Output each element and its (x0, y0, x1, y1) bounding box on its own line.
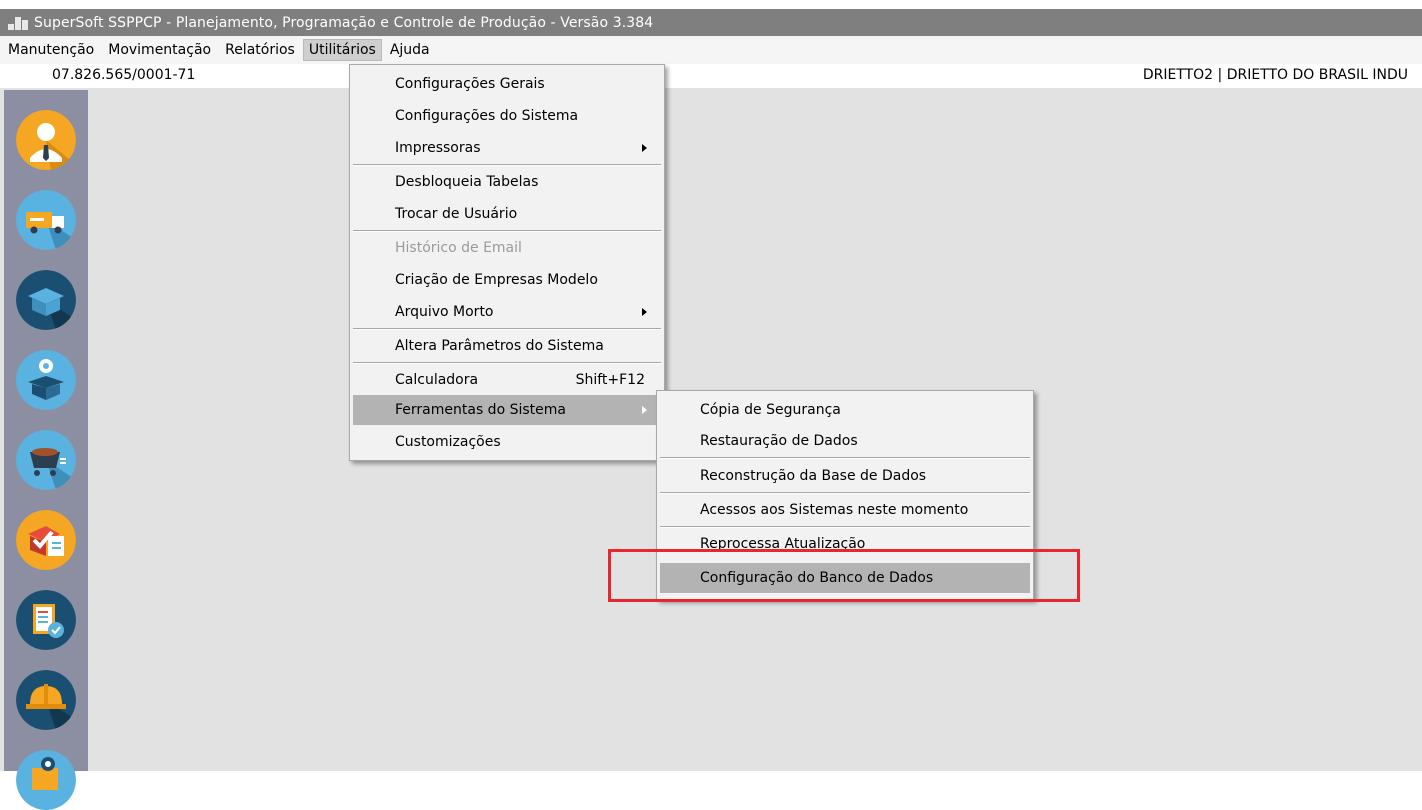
shortcut-label: Shift+F12 (575, 372, 645, 388)
company-name: DRIETTO2 | DRIETTO DO BRASIL INDU (1142, 67, 1408, 83)
menu-historico-email: Histórico de Email (353, 233, 661, 263)
menu-movimentacao[interactable]: Movimentação (102, 39, 217, 61)
user-icon[interactable] (16, 110, 76, 170)
checklist-icon[interactable] (16, 510, 76, 570)
menu-separator (660, 492, 1030, 494)
menu-manutencao[interactable]: Manutenção (2, 39, 100, 61)
menu-criacao-empresas-modelo[interactable]: Criação de Empresas Modelo (353, 265, 661, 295)
menu-separator (660, 526, 1030, 528)
menu-item-label: Histórico de Email (395, 240, 522, 256)
menu-calculadora[interactable]: Calculadora Shift+F12 (353, 365, 661, 395)
menu-altera-parametros[interactable]: Altera Parâmetros do Sistema (353, 331, 661, 361)
menu-item-label: Impressoras (395, 140, 481, 156)
document-check-icon[interactable] (16, 590, 76, 650)
menu-ajuda[interactable]: Ajuda (384, 39, 436, 61)
submenu-arrow-icon (642, 308, 647, 316)
truck-icon[interactable] (16, 190, 76, 250)
menu-item-label: Criação de Empresas Modelo (395, 272, 598, 288)
menu-customizacoes[interactable]: Customizações (353, 427, 661, 457)
menu-item-label: Ferramentas do Sistema (395, 402, 566, 418)
menu-item-label: Arquivo Morto (395, 304, 494, 320)
menu-configuracoes-gerais[interactable]: Configurações Gerais (353, 69, 661, 99)
annotation-highlight-box (608, 549, 1080, 602)
menu-separator (660, 457, 1030, 459)
menu-item-label: Reconstrução da Base de Dados (700, 468, 927, 484)
supersoft-app-icon (8, 15, 30, 31)
menu-item-label: Cópia de Segurança (700, 402, 841, 418)
submenu-arrow-icon (642, 406, 647, 414)
menu-item-label: Altera Parâmetros do Sistema (395, 338, 604, 354)
window-title: SuperSoft SSPPCP - Planejamento, Program… (34, 14, 654, 31)
helmet-icon[interactable] (16, 670, 76, 730)
menu-reconstrucao-base[interactable]: Reconstrução da Base de Dados (660, 461, 1030, 491)
menu-configuracoes-sistema[interactable]: Configurações do Sistema (353, 101, 661, 131)
menu-item-label: Restauração de Dados (700, 433, 858, 449)
cart-icon[interactable] (16, 430, 76, 490)
menu-bar: Manutenção Movimentação Relatórios Utili… (0, 36, 1422, 64)
menu-desbloqueia-tabelas[interactable]: Desbloqueia Tabelas (353, 167, 661, 197)
menu-acessos-sistemas[interactable]: Acessos aos Sistemas neste momento (660, 495, 1030, 525)
submenu-arrow-icon (642, 144, 647, 152)
sidebar (4, 90, 88, 810)
box-gear-icon[interactable] (16, 350, 76, 410)
menu-item-label: Acessos aos Sistemas neste momento (700, 502, 969, 518)
menu-utilitarios[interactable]: Utilitários (302, 39, 382, 61)
menu-item-label: Customizações (395, 434, 501, 450)
info-bar: 07.826.565/0001-71 DRIETTO2 | DRIETTO DO… (0, 64, 1422, 88)
menu-relatorios[interactable]: Relatórios (219, 39, 301, 61)
menu-trocar-usuario[interactable]: Trocar de Usuário (353, 199, 661, 229)
box-icon[interactable] (16, 270, 76, 330)
menu-impressoras[interactable]: Impressoras (353, 133, 661, 163)
menu-item-label: Desbloqueia Tabelas (395, 174, 539, 190)
menu-separator (353, 230, 661, 232)
menu-ferramentas-sistema[interactable]: Ferramentas do Sistema (353, 395, 661, 425)
menu-copia-seguranca[interactable]: Cópia de Segurança (660, 395, 1030, 425)
utilitarios-dropdown: Configurações Gerais Configurações do Si… (349, 64, 665, 461)
menu-separator (353, 164, 661, 166)
title-bar: SuperSoft SSPPCP - Planejamento, Program… (0, 9, 1422, 36)
menu-item-label: Calculadora (395, 372, 479, 388)
menu-item-label: Trocar de Usuário (395, 206, 518, 222)
menu-restauracao-dados[interactable]: Restauração de Dados (660, 426, 1030, 456)
menu-item-label: Configurações Gerais (395, 76, 545, 92)
company-cnpj: 07.826.565/0001-71 (52, 67, 196, 83)
menu-item-label: Configurações do Sistema (395, 108, 579, 124)
menu-arquivo-morto[interactable]: Arquivo Morto (353, 297, 661, 327)
menu-separator (353, 328, 661, 330)
menu-separator (353, 362, 661, 364)
map-pin-icon[interactable] (16, 750, 76, 810)
